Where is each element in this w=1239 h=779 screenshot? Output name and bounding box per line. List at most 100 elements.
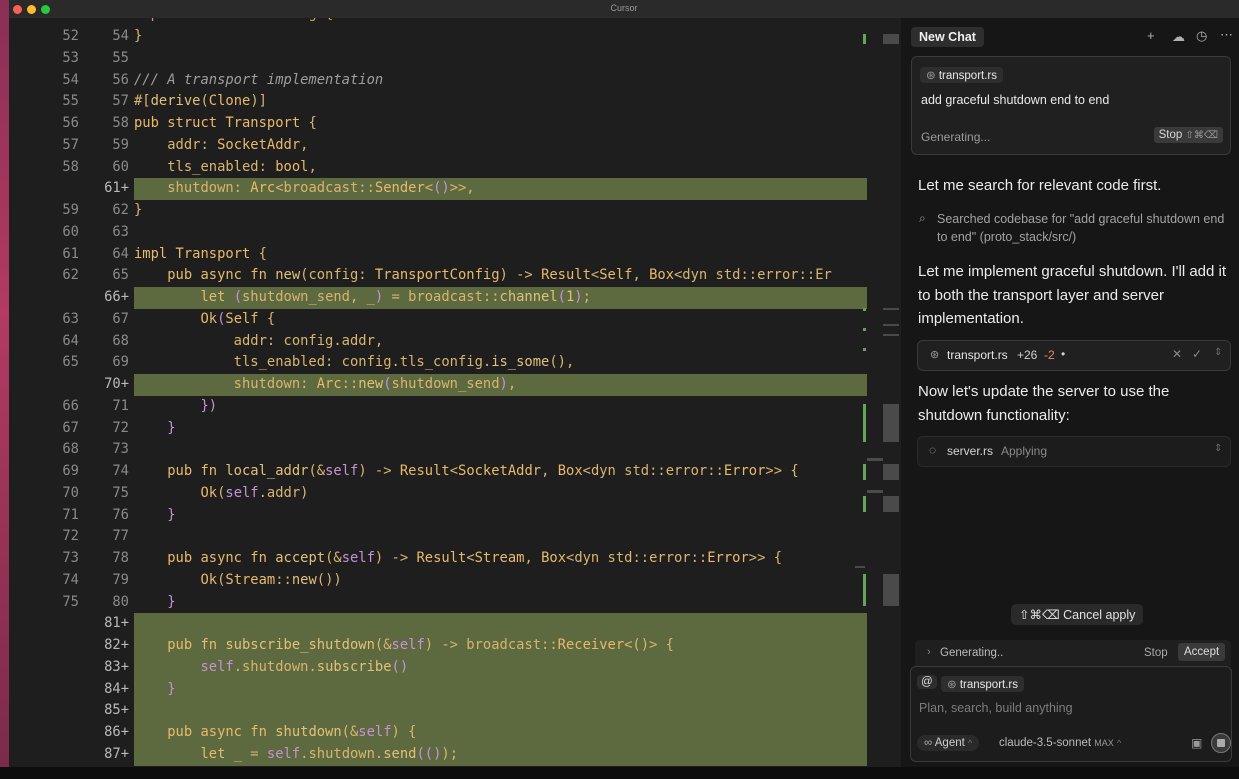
new-line-number: 76: [112, 506, 129, 523]
new-line-number: 83+: [104, 658, 129, 675]
code-line[interactable]: 71 76 }: [9, 505, 901, 527]
chevron-right-icon[interactable]: ›: [927, 646, 931, 658]
prompt-card: ⊛ transport.rs add graceful shutdown end…: [911, 56, 1231, 155]
code-line[interactable]: 72 77: [9, 526, 901, 548]
code-line[interactable]: 56 58 pub struct Transport {: [9, 113, 901, 135]
added-code-line[interactable]: 70+ shutdown: Arc::new(shutdown_send),: [9, 374, 901, 396]
code-line[interactable]: 75 80 }: [9, 592, 901, 614]
old-line-number: 61: [62, 245, 79, 262]
code-text: let _ = self.shutdown.send(());: [134, 745, 459, 762]
code-line[interactable]: 70 75 Ok(self.addr): [9, 483, 901, 505]
code-text: pub fn local_addr(&self) -> Result<Socke…: [134, 463, 799, 479]
code-line[interactable]: 60 63: [9, 222, 901, 244]
new-line-number: 56: [112, 71, 129, 88]
code-text: #[derive(Clone)]: [134, 93, 267, 110]
old-line-number: 64: [62, 332, 79, 349]
image-icon[interactable]: ▣: [1191, 736, 1202, 750]
code-line[interactable]: 53 55: [9, 48, 901, 70]
old-line-number: 57: [62, 136, 79, 153]
code-line[interactable]: 54 56 /// A transport implementation: [9, 70, 901, 92]
max-badge: MAX: [1094, 738, 1114, 748]
code-text: /// A transport implementation: [134, 71, 384, 88]
more-icon[interactable]: ⋯: [1220, 27, 1233, 43]
code-line[interactable]: 58 60 tls_enabled: bool,: [9, 157, 901, 179]
code-line[interactable]: 52 54}: [9, 26, 901, 48]
history-icon[interactable]: ◷: [1196, 28, 1207, 44]
new-line-number: 82+: [104, 637, 129, 653]
added-code-line[interactable]: 82+ pub fn subscribe_shutdown(&self) -> …: [9, 635, 901, 657]
edit-card-transport[interactable]: ⊛ transport.rs +26 -2 • ✕ ✓ ⇕: [917, 340, 1231, 371]
plus-icon[interactable]: +: [1147, 28, 1155, 43]
code-line[interactable]: 57 59 addr: SocketAddr,: [9, 135, 901, 157]
prompt-file-chip[interactable]: ⊛ transport.rs: [920, 66, 1004, 84]
new-line-number: 87+: [104, 745, 129, 762]
code-text: }: [134, 593, 176, 610]
code-line[interactable]: 68 73: [9, 439, 901, 461]
file-icon: ⊛: [926, 70, 936, 82]
tab-new-chat[interactable]: New Chat: [911, 27, 984, 47]
code-line[interactable]: 63 67 Ok(Self {: [9, 309, 901, 331]
code-line[interactable]: 61 64 impl Transport {: [9, 244, 901, 266]
clipped-code-line: impl CertificateConfig {: [9, 18, 901, 26]
code-text: shutdown: Arc::new(shutdown_send),: [134, 376, 517, 392]
old-line-number: 66: [62, 397, 79, 414]
new-line-number: 81+: [104, 615, 129, 632]
edit-card-server[interactable]: ◌ server.rs Applying ⇕: [917, 436, 1231, 467]
old-line-number: 70: [62, 484, 79, 501]
new-line-number: 71: [112, 397, 129, 414]
code-line[interactable]: 74 79 Ok(Stream::new()): [9, 570, 901, 592]
old-line-number: 55: [62, 93, 79, 110]
search-result[interactable]: Searched codebase for "add graceful shut…: [937, 210, 1227, 246]
diff-highlight: [134, 678, 867, 701]
added-code-line[interactable]: 81+: [9, 613, 901, 635]
composer-input[interactable]: Plan, search, build anything: [919, 701, 1073, 715]
new-line-number: 74: [112, 463, 129, 479]
accept-button[interactable]: Accept: [1178, 643, 1226, 661]
lines-added: +26: [1017, 348, 1038, 362]
reject-icon[interactable]: ✕: [1172, 347, 1182, 361]
code-line[interactable]: 67 72 }: [9, 418, 901, 440]
added-code-line[interactable]: 86+ pub async fn shutdown(&self) {: [9, 722, 901, 744]
expand-icon[interactable]: ⇕: [1214, 347, 1222, 358]
old-line-number: 58: [62, 158, 79, 175]
old-line-number: 71: [62, 506, 79, 523]
added-code-line[interactable]: 61+ shutdown: Arc<broadcast::Sender<()>>…: [9, 178, 901, 200]
spinner-icon: ◌: [929, 443, 937, 457]
stop-button[interactable]: Stop: [1144, 647, 1168, 659]
added-code-line[interactable]: 87+ let _ = self.shutdown.send(());: [9, 743, 901, 766]
code-text: }: [134, 680, 176, 697]
code-line[interactable]: 65 69 tls_enabled: config.tls_config.is_s…: [9, 352, 901, 374]
new-line-number: 78: [112, 550, 129, 566]
added-code-line[interactable]: 85+: [9, 700, 901, 722]
cancel-apply-button[interactable]: ⇧⌘⌫ Cancel apply: [1011, 604, 1144, 625]
mention-button[interactable]: @: [917, 675, 937, 689]
composer[interactable]: @ ⊛ transport.rs Plan, search, build any…: [910, 666, 1232, 762]
code-text: Ok(Stream::new()): [134, 571, 342, 588]
generating-bar: › Generating.. Stop Accept: [915, 640, 1231, 666]
old-line-number: 52: [62, 28, 79, 44]
composer-file-chip[interactable]: ⊛ transport.rs: [941, 675, 1025, 693]
code-line[interactable]: 62 65 pub async fn new(config: TransportC…: [9, 265, 901, 287]
code-line[interactable]: 64 68 addr: config.addr,: [9, 331, 901, 353]
code-line[interactable]: 59 62}: [9, 200, 901, 222]
added-code-line[interactable]: 66+ let (shutdown_send, _) = broadcast::…: [9, 287, 901, 309]
code-line[interactable]: 66 71 }): [9, 396, 901, 418]
code-line[interactable]: 55 57 #[derive(Clone)]: [9, 91, 901, 113]
new-line-number: 62: [112, 202, 129, 218]
added-code-line[interactable]: 83+ self.shutdown.subscribe(): [9, 656, 901, 679]
code-line[interactable]: 73 78 pub async fn accept(&self) -> Resul…: [9, 548, 901, 570]
added-code-line[interactable]: 84+ }: [9, 678, 901, 701]
stop-button[interactable]: Stop ⇧⌘⌫: [1153, 127, 1223, 143]
expand-icon[interactable]: ⇕: [1214, 443, 1222, 454]
stop-generation-button[interactable]: [1211, 733, 1231, 753]
model-selector[interactable]: claude-3.5-sonnet MAX ^: [999, 737, 1121, 749]
chevron-up-icon: ^: [968, 738, 973, 748]
chevron-up-icon: ^: [1116, 738, 1122, 748]
agent-mode-selector[interactable]: ∞ Agent ^: [917, 735, 980, 751]
code-line[interactable]: 69 74 pub fn local_addr(&self) -> Result<…: [9, 461, 901, 483]
accept-icon[interactable]: ✓: [1192, 347, 1202, 361]
code-editor[interactable]: impl CertificateConfig { 52 54} 53 55 54 56 //…: [9, 18, 901, 767]
applying-status: Applying: [1001, 444, 1048, 458]
cloud-icon[interactable]: ☁: [1172, 29, 1185, 45]
new-line-number: 79: [112, 571, 129, 588]
